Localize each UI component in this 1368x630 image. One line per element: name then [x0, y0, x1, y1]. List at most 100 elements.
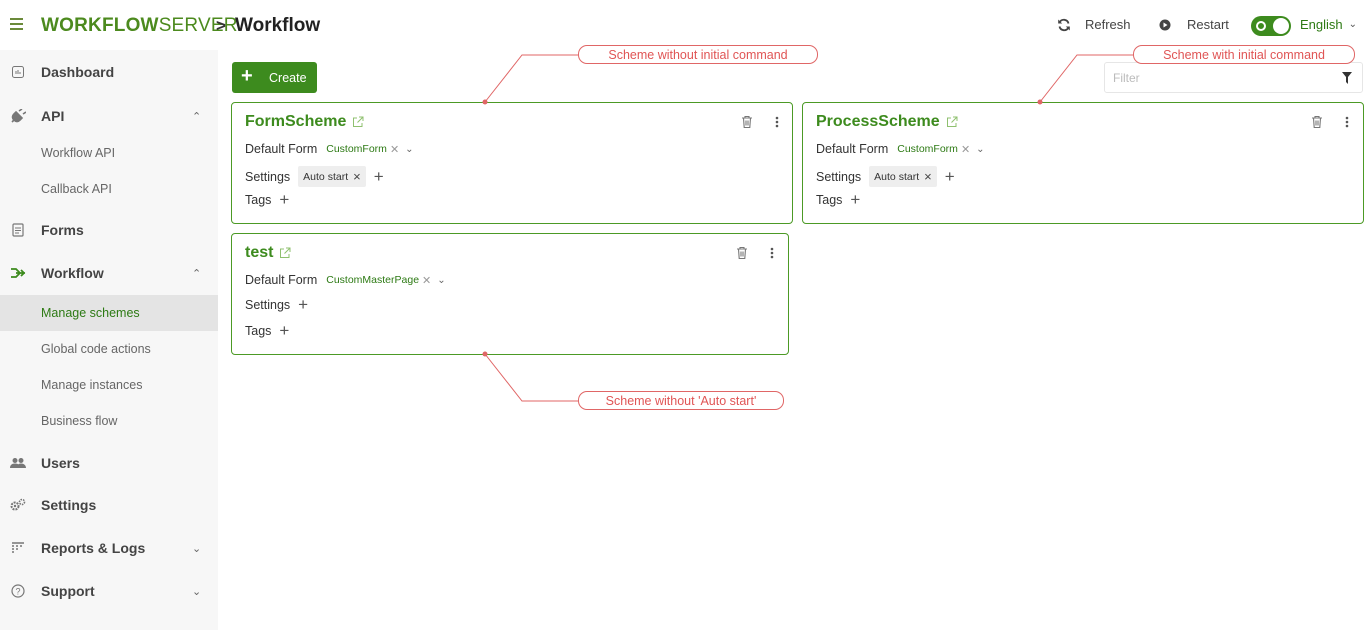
help-icon: ? — [10, 583, 26, 599]
plug-icon — [10, 108, 26, 124]
play-icon — [1159, 19, 1171, 30]
sidebar-subitem-workflow-api[interactable]: Workflow API — [0, 135, 218, 171]
breadcrumb-separator: > — [216, 16, 226, 35]
scheme-card: ProcessScheme Default Form CustomForm ✕ … — [802, 102, 1364, 224]
refresh-icon — [1058, 18, 1070, 31]
refresh-button[interactable]: Refresh — [1057, 17, 1131, 32]
restart-label: Restart — [1187, 17, 1229, 32]
tags-label: Tags — [245, 193, 272, 207]
sidebar: Dashboard API ⌃ Workflow API Callback AP… — [0, 50, 218, 630]
sidebar-subitem-label: Global code actions — [41, 342, 151, 356]
sidebar-item-forms[interactable]: Forms — [0, 220, 218, 240]
chevron-down-icon[interactable]: ⌄ — [437, 275, 445, 286]
sidebar-subitem-manage-schemes[interactable]: Manage schemes — [0, 295, 218, 331]
default-form-row: Default Form CustomForm ✕ ⌄ — [816, 142, 985, 156]
remove-tag-icon[interactable]: × — [353, 169, 361, 184]
sidebar-subitem-callback-api[interactable]: Callback API — [0, 171, 218, 207]
language-label: English — [1300, 17, 1343, 32]
external-link-icon[interactable] — [279, 247, 291, 259]
create-button[interactable]: + Create — [232, 62, 317, 93]
annotation-without-auto-start: Scheme without 'Auto start' — [578, 391, 784, 410]
scheme-name-label: ProcessScheme — [816, 113, 940, 130]
settings-label: Settings — [245, 298, 291, 312]
settings-tag: Auto start × — [298, 166, 366, 187]
scheme-name-label: FormScheme — [245, 113, 347, 130]
default-form-label: Default Form — [816, 142, 889, 156]
tags-label: Tags — [816, 193, 843, 207]
sidebar-subitem-manage-instances[interactable]: Manage instances — [0, 367, 218, 403]
sidebar-subitem-label: Callback API — [41, 182, 112, 196]
workflow-icon — [10, 265, 26, 281]
settings-tag-label: Auto start — [874, 170, 920, 183]
remove-tag-icon[interactable]: × — [924, 169, 932, 184]
tags-label: Tags — [245, 324, 272, 338]
add-tag-icon[interactable]: + — [279, 191, 289, 208]
sidebar-item-dashboard[interactable]: Dashboard — [0, 62, 218, 82]
sidebar-item-label: API — [41, 108, 65, 124]
chevron-down-icon[interactable]: ⌄ — [405, 144, 413, 155]
sidebar-item-label: Forms — [41, 222, 84, 238]
add-setting-icon[interactable]: + — [298, 296, 308, 313]
refresh-label: Refresh — [1085, 17, 1131, 32]
trash-icon[interactable] — [741, 115, 753, 129]
create-label: Create — [269, 71, 307, 85]
sidebar-item-settings[interactable]: Settings — [0, 495, 218, 515]
more-icon[interactable] — [1345, 116, 1349, 128]
chevron-down-icon: ⌄ — [1348, 19, 1358, 30]
scheme-name[interactable]: test — [245, 244, 291, 262]
annotation-without-initial-command: Scheme without initial command — [578, 45, 818, 64]
clear-icon[interactable]: ✕ — [422, 274, 431, 287]
theme-toggle[interactable] — [1251, 16, 1291, 36]
add-setting-icon[interactable]: + — [374, 168, 384, 185]
sidebar-item-label: Workflow — [41, 265, 104, 281]
restart-button[interactable]: Restart — [1159, 17, 1229, 32]
trash-icon[interactable] — [1311, 115, 1323, 129]
annotation-with-initial-command: Scheme with initial command — [1133, 45, 1355, 64]
default-form-value[interactable]: CustomForm — [897, 143, 958, 155]
toggle-ring-icon — [1256, 21, 1266, 31]
default-form-label: Default Form — [245, 142, 318, 156]
sidebar-item-users[interactable]: Users — [0, 453, 218, 473]
clear-icon[interactable]: ✕ — [390, 143, 399, 156]
settings-tag-label: Auto start — [303, 170, 349, 183]
sidebar-subitem-global-code-actions[interactable]: Global code actions — [0, 331, 218, 367]
settings-tag: Auto start × — [869, 166, 937, 187]
default-form-row: Default Form CustomForm ✕ ⌄ — [245, 142, 414, 156]
sidebar-subitem-label: Manage instances — [41, 378, 143, 392]
scheme-name[interactable]: FormScheme — [245, 113, 364, 131]
dashboard-icon — [10, 64, 26, 80]
scheme-name[interactable]: ProcessScheme — [816, 113, 958, 131]
external-link-icon[interactable] — [946, 116, 958, 128]
chevron-down-icon[interactable]: ⌄ — [976, 144, 984, 155]
settings-row: Settings Auto start × + — [245, 166, 384, 187]
menu-icon[interactable] — [10, 17, 24, 31]
clear-icon[interactable]: ✕ — [961, 143, 970, 156]
reports-icon — [10, 540, 26, 556]
external-link-icon[interactable] — [352, 116, 364, 128]
filter-icon[interactable] — [1342, 72, 1352, 84]
sidebar-subitem-label: Workflow API — [41, 146, 116, 160]
sidebar-subitem-business-flow[interactable]: Business flow — [0, 403, 218, 439]
app-logo[interactable]: WORKFLOWSERVER — [41, 15, 238, 37]
trash-icon[interactable] — [736, 246, 748, 260]
sidebar-item-workflow[interactable]: Workflow ⌃ — [0, 263, 218, 283]
sidebar-item-label: Settings — [41, 497, 97, 513]
more-icon[interactable] — [775, 116, 779, 128]
scheme-card: FormScheme Default Form CustomForm ✕ ⌄ S… — [231, 102, 793, 224]
add-setting-icon[interactable]: + — [945, 168, 955, 185]
sidebar-item-api[interactable]: API ⌃ — [0, 106, 218, 126]
sidebar-item-reports-logs[interactable]: Reports & Logs ⌄ — [0, 538, 218, 558]
filter-input[interactable] — [1113, 69, 1333, 87]
default-form-value[interactable]: CustomForm — [326, 143, 387, 155]
default-form-value[interactable]: CustomMasterPage — [326, 274, 419, 286]
add-tag-icon[interactable]: + — [850, 191, 860, 208]
more-icon[interactable] — [770, 247, 774, 259]
add-tag-icon[interactable]: + — [279, 322, 289, 339]
language-select[interactable]: English ⌄ — [1300, 17, 1357, 32]
toggle-knob — [1273, 18, 1289, 34]
sidebar-item-support[interactable]: ? Support ⌄ — [0, 581, 218, 601]
top-bar: WORKFLOWSERVER > Workflow Refresh Restar… — [0, 0, 1368, 50]
default-form-row: Default Form CustomMasterPage ✕ ⌄ — [245, 273, 446, 287]
tags-row: Tags + — [245, 191, 289, 208]
chevron-up-icon: ⌃ — [192, 267, 202, 280]
